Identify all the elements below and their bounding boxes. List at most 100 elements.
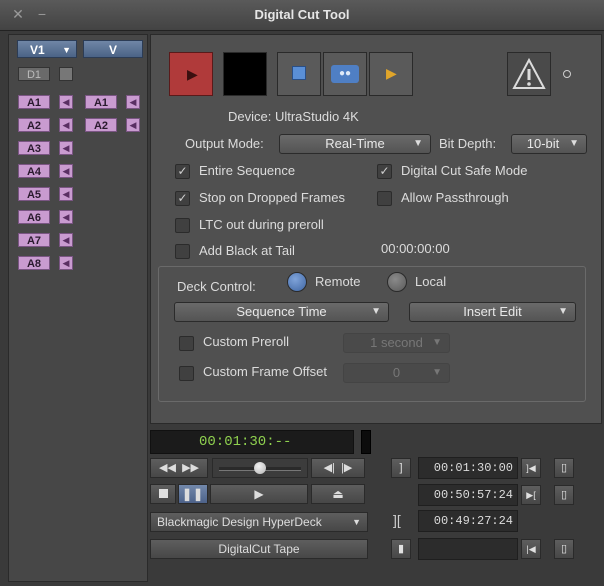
step-buttons[interactable]: ◀| |▶ <box>311 458 365 478</box>
rewind-icon[interactable]: ◀◀ <box>159 462 176 474</box>
custom-preroll-value: 1 second <box>370 335 423 350</box>
chevron-down-icon: ▼ <box>432 367 442 378</box>
fast-forward-icon[interactable]: ▶▶ <box>182 462 199 474</box>
stop-icon <box>158 489 168 498</box>
deck-play-button[interactable]: ▶ <box>210 484 308 504</box>
preview-icon: ●● <box>331 65 359 83</box>
add-black-checkbox[interactable] <box>175 244 190 259</box>
device-label: Device: UltraStudio 4K <box>228 109 359 124</box>
audio-monitor-icon[interactable]: ◀ <box>59 187 73 201</box>
warning-icon <box>512 57 546 89</box>
go-to-out-button[interactable]: ▶[ <box>521 485 541 505</box>
stop-on-dropped-frames-checkbox[interactable]: ✓ <box>175 191 190 206</box>
eject-button[interactable]: ⏏ <box>311 484 365 504</box>
title-bar: ✕ − Digital Cut Tool <box>0 0 604 31</box>
custom-frame-offset-checkbox[interactable] <box>179 366 194 381</box>
custom-frame-offset-value: 0 <box>392 365 401 380</box>
status-indicator-icon <box>563 70 571 78</box>
data-track-monitor[interactable] <box>59 67 73 81</box>
audio-source-track-a2[interactable]: A2 <box>18 118 50 132</box>
audio-source-track-a1[interactable]: A1 <box>18 95 50 109</box>
shuttle-knob[interactable] <box>254 462 266 474</box>
allow-passthrough-checkbox[interactable] <box>377 191 392 206</box>
play-icon: ▶ <box>254 487 264 501</box>
chevron-down-icon: ▼ <box>62 45 71 55</box>
play-to-mark-button[interactable]: ▶ <box>369 52 413 96</box>
audio-monitor-icon[interactable]: ◀ <box>59 233 73 247</box>
deck-control-label: Deck Control: <box>177 279 256 294</box>
audio-monitor-icon[interactable]: ◀ <box>59 164 73 178</box>
video-source-label: V1 <box>30 43 45 57</box>
audio-record-track-a1[interactable]: A1 <box>85 95 117 109</box>
audio-source-track-a7[interactable]: A7 <box>18 233 50 247</box>
audio-monitor-icon[interactable]: ◀ <box>59 95 73 109</box>
audio-monitor-icon[interactable]: ◀ <box>59 141 73 155</box>
video-source-selector[interactable]: V1 ▼ <box>17 40 77 58</box>
preview-cut-button[interactable]: ●● <box>323 52 367 96</box>
audio-source-track-a4[interactable]: A4 <box>18 164 50 178</box>
output-mode-dropdown[interactable]: Real-Time ▼ <box>279 134 431 154</box>
clear-marks-button[interactable]: ▯ <box>554 539 574 559</box>
entire-sequence-checkbox[interactable]: ✓ <box>175 164 190 179</box>
output-mode-label: Output Mode: <box>185 136 264 151</box>
deck-timecode-display: 00:01:30:-- <box>150 430 354 454</box>
remote-radio[interactable] <box>287 272 307 292</box>
ltc-out-label: LTC out during preroll <box>199 217 324 232</box>
clear-out-button[interactable]: ▯ <box>554 485 574 505</box>
local-radio[interactable] <box>387 272 407 292</box>
stop-button[interactable] <box>277 52 321 96</box>
mark-in-timecode[interactable]: 00:01:30:00 <box>418 457 518 479</box>
audio-monitor-icon[interactable]: ◀ <box>59 210 73 224</box>
ltc-out-checkbox[interactable] <box>175 218 190 233</box>
go-to-in-button[interactable]: ]◀ <box>521 458 541 478</box>
chevron-down-icon: ▼ <box>352 517 361 527</box>
deck-pause-button[interactable]: ❚❚ <box>178 484 208 504</box>
go-to-mark-button[interactable]: |◀ <box>521 539 541 559</box>
custom-preroll-checkbox[interactable] <box>179 336 194 351</box>
edit-mode-dropdown[interactable]: Insert Edit ▼ <box>409 302 576 322</box>
stop-on-dropped-frames-label: Stop on Dropped Frames <box>199 190 345 205</box>
video-record-track[interactable]: V <box>83 40 143 58</box>
chevron-down-icon: ▼ <box>569 138 579 149</box>
remote-label: Remote <box>315 274 361 289</box>
data-track-button[interactable]: D1 <box>18 67 50 81</box>
bit-depth-dropdown[interactable]: 10-bit ▼ <box>511 134 587 154</box>
custom-frame-offset-dropdown[interactable]: 0 ▼ <box>343 363 450 383</box>
shuttle-slider[interactable] <box>212 458 308 478</box>
step-back-icon[interactable]: ◀| <box>324 462 335 474</box>
eject-icon: ⏏ <box>332 487 344 501</box>
custom-frame-offset-label: Custom Frame Offset <box>203 364 328 379</box>
mark-in-button[interactable]: ] <box>391 458 411 478</box>
time-source-value: Sequence Time <box>236 304 327 319</box>
audio-source-track-a5[interactable]: A5 <box>18 187 50 201</box>
deck-stop-button[interactable] <box>150 484 176 504</box>
deck-name: Blackmagic Design HyperDeck <box>157 515 322 529</box>
safe-mode-warning-button[interactable] <box>507 52 551 96</box>
digital-cut-safe-mode-checkbox[interactable]: ✓ <box>377 164 392 179</box>
window-title: Digital Cut Tool <box>254 7 350 22</box>
time-source-dropdown[interactable]: Sequence Time ▼ <box>174 302 389 322</box>
deck-selector-dropdown[interactable]: Blackmagic Design HyperDeck ▼ <box>150 512 368 532</box>
audio-source-track-a3[interactable]: A3 <box>18 141 50 155</box>
audio-monitor-icon[interactable]: ◀ <box>126 118 140 132</box>
bit-depth-value: 10-bit <box>526 136 560 151</box>
record-button[interactable]: ▶ <box>169 52 213 96</box>
tape-name-button[interactable]: DigitalCut Tape <box>150 539 368 559</box>
black-preview <box>223 52 267 96</box>
audio-monitor-icon[interactable]: ◀ <box>59 256 73 270</box>
audio-monitor-icon[interactable]: ◀ <box>59 118 73 132</box>
step-forward-icon[interactable]: |▶ <box>341 462 352 474</box>
mark-clip-button[interactable]: ▮ <box>391 539 411 559</box>
mark-out-timecode[interactable]: 00:50:57:24 <box>418 484 518 506</box>
audio-record-track-a2[interactable]: A2 <box>85 118 117 132</box>
rewind-fast-forward-buttons[interactable]: ◀◀ ▶▶ <box>150 458 208 478</box>
duration-icon: ][ <box>393 512 401 528</box>
audio-source-track-a8[interactable]: A8 <box>18 256 50 270</box>
clear-in-button[interactable]: ▯ <box>554 458 574 478</box>
local-label: Local <box>415 274 447 289</box>
audio-source-track-a6[interactable]: A6 <box>18 210 50 224</box>
custom-preroll-dropdown[interactable]: 1 second ▼ <box>343 333 450 353</box>
duration-timecode: 00:49:27:24 <box>418 510 518 532</box>
audio-monitor-icon[interactable]: ◀ <box>126 95 140 109</box>
play-icon: ▶ <box>187 66 198 82</box>
